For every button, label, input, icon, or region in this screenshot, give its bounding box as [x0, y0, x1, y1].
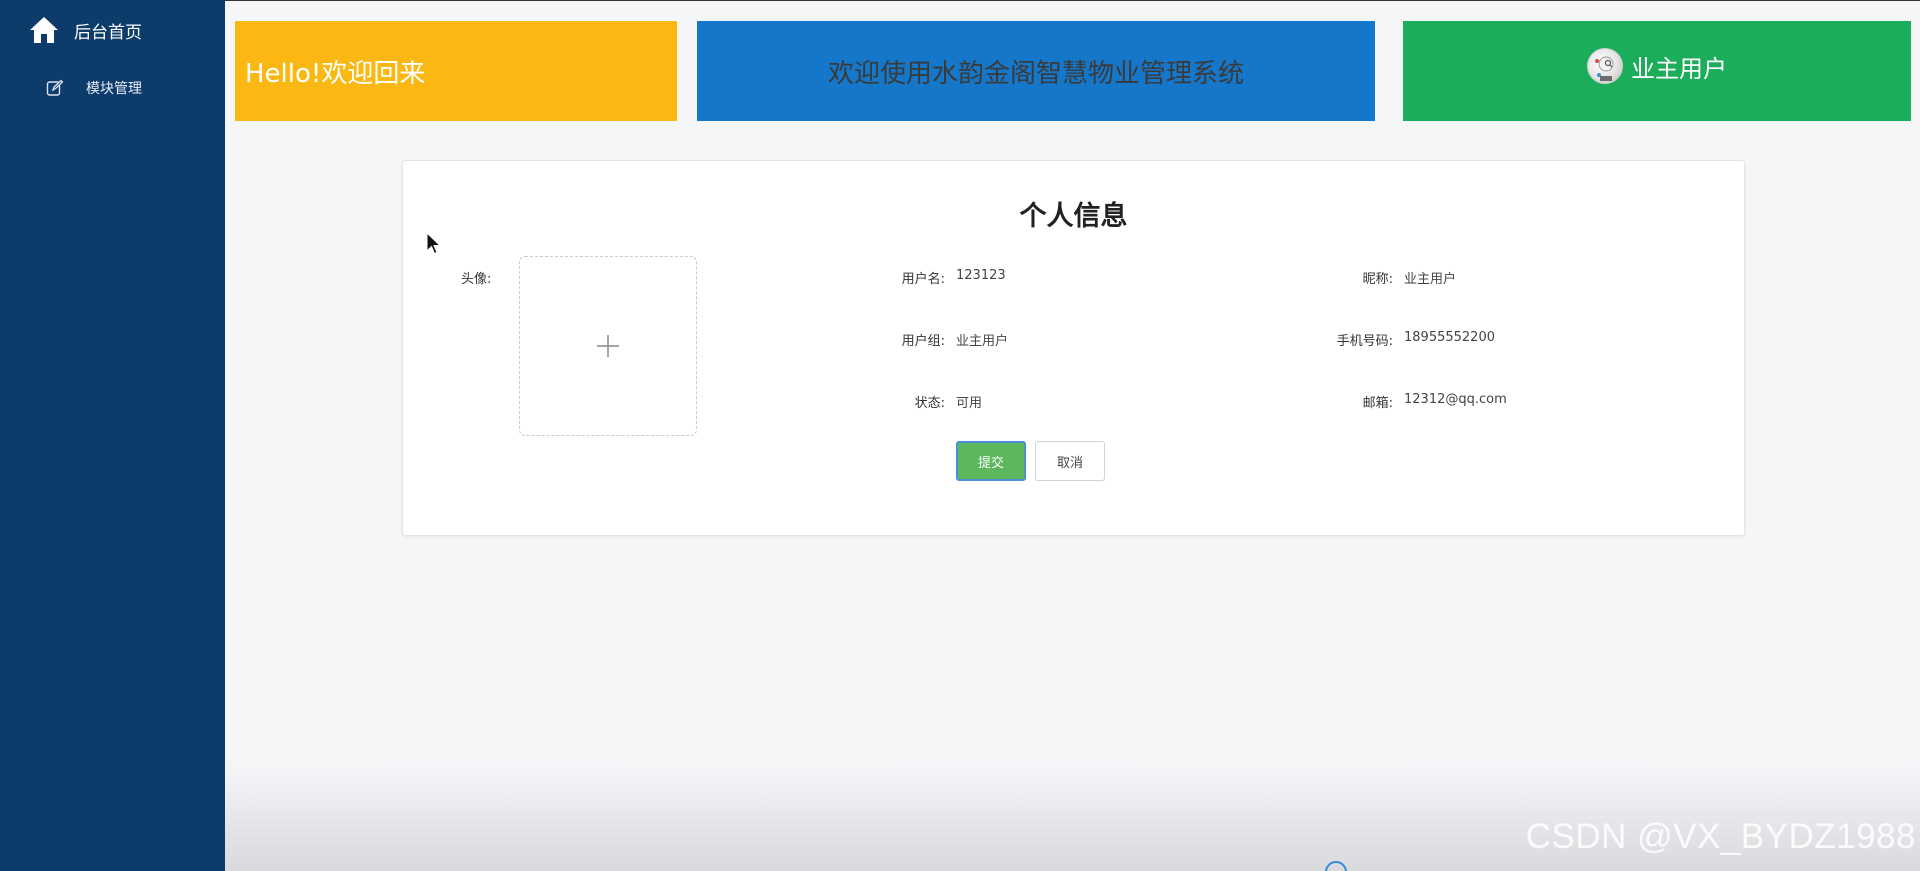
page-title: 个人信息 — [1019, 201, 1128, 232]
profile-card: 个人信息 头像: 用户名: 123123 昵称: 业主用户 用户组: 业主用户 … — [402, 160, 1745, 536]
sidebar-item-module-management[interactable]: 模块管理 — [46, 78, 142, 98]
avatar-upload[interactable] — [519, 256, 697, 436]
app-window: 后台首页 模块管理 Hello!欢迎回来 欢迎使用水韵金阁智慧物业管理系统 业主… — [0, 0, 1920, 871]
user-banner: 业主用户 — [1403, 21, 1911, 121]
status-field[interactable]: 可用 — [956, 392, 982, 411]
plus-icon — [597, 335, 619, 357]
nickname-field[interactable]: 业主用户 — [1404, 268, 1456, 287]
loading-spinner-icon — [1325, 861, 1347, 871]
avatar — [1587, 48, 1623, 84]
welcome-banner: 欢迎使用水韵金阁智慧物业管理系统 — [697, 21, 1375, 121]
mouse-cursor-icon — [426, 232, 442, 255]
user-group-field[interactable]: 业主用户 — [956, 330, 1008, 349]
nickname-label: 昵称: — [1362, 272, 1393, 287]
watermark: CSDN @VX_BYDZ1988 — [1525, 817, 1916, 856]
status-label: 状态: — [914, 396, 945, 411]
cancel-button[interactable]: 取消 — [1035, 441, 1105, 481]
email-label: 邮箱: — [1362, 396, 1393, 411]
user-group-label: 用户组: — [901, 334, 945, 349]
hello-text: Hello!欢迎回来 — [245, 58, 426, 89]
username-field[interactable]: 123123 — [956, 268, 1006, 283]
phone-field[interactable]: 18955552200 — [1404, 330, 1495, 345]
main-content: Hello!欢迎回来 欢迎使用水韵金阁智慧物业管理系统 业主用户 个人信息 头像… — [225, 0, 1920, 871]
user-role-text: 业主用户 — [1631, 54, 1727, 83]
avatar-label: 头像: — [461, 272, 492, 287]
hello-banner: Hello!欢迎回来 — [235, 21, 677, 121]
username-label: 用户名: — [901, 272, 945, 287]
sidebar-item-label: 后台首页 — [74, 22, 142, 43]
sidebar-item-home[interactable]: 后台首页 — [28, 14, 142, 46]
phone-label: 手机号码: — [1336, 334, 1393, 349]
submit-button[interactable]: 提交 — [956, 441, 1026, 481]
sidebar-item-label: 模块管理 — [86, 81, 142, 97]
welcome-text: 欢迎使用水韵金阁智慧物业管理系统 — [827, 58, 1244, 89]
sidebar: 后台首页 模块管理 — [0, 0, 225, 871]
edit-icon — [46, 79, 64, 97]
home-icon — [28, 14, 60, 46]
email-field[interactable]: 12312@qq.com — [1404, 392, 1507, 407]
